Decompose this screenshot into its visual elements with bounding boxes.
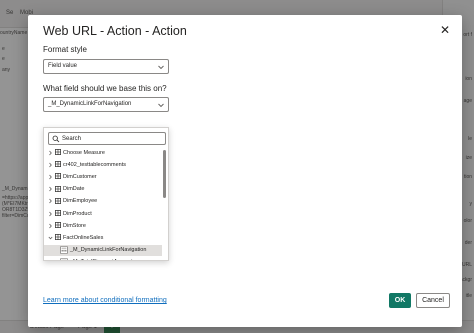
- dialog-title: Web URL - Action - Action: [43, 24, 187, 38]
- tree-item-label: _M_DynamicLinkForNavigation: [70, 247, 147, 254]
- chevron-down-icon: [158, 103, 164, 108]
- tree-item-label: DimCustomer: [63, 173, 97, 180]
- tree-table-item[interactable]: DimDate: [44, 184, 162, 195]
- field-search-input[interactable]: Search: [48, 132, 166, 145]
- base-field-value: _M_DynamicLinkForNavigation: [48, 101, 132, 107]
- tree-item-label: DimStore: [63, 222, 86, 229]
- chevron-right-icon[interactable]: [48, 162, 53, 168]
- tree-table-item[interactable]: Choose Measure: [44, 147, 162, 158]
- tree-measure-item[interactable]: _M_DynamicLinkForNavigation: [44, 244, 162, 256]
- tree-table-item[interactable]: DimProduct: [44, 208, 162, 219]
- chevron-right-icon[interactable]: [48, 150, 53, 156]
- format-style-select[interactable]: Field value: [43, 59, 169, 74]
- tree-item-label: cr402_testtablecomments: [63, 161, 126, 168]
- tree-measure-item[interactable]: _M_TotalDiscountAmount: [44, 257, 162, 260]
- chevron-right-icon[interactable]: [48, 186, 53, 192]
- tree-table-item[interactable]: DimEmployee: [44, 196, 162, 207]
- table-icon: [55, 210, 61, 216]
- tree-table-item[interactable]: DimStore: [44, 220, 162, 231]
- learn-more-link[interactable]: Learn more about conditional formatting: [43, 297, 167, 304]
- cancel-button[interactable]: Cancel: [416, 293, 450, 308]
- chevron-right-icon[interactable]: [48, 198, 53, 204]
- tree-item-label: DimDate: [63, 186, 85, 193]
- tree-item-label: DimProduct: [63, 210, 92, 217]
- close-button[interactable]: ✕: [438, 23, 452, 37]
- search-placeholder: Search: [62, 135, 82, 142]
- tree-table-item[interactable]: cr402_testtablecomments: [44, 159, 162, 170]
- tree-item-label: _M_TotalDiscountAmount: [70, 259, 133, 260]
- tree-item-label: Choose Measure: [63, 149, 105, 156]
- field-dropdown-panel: Search Choose Measure cr402_testtablecomm…: [43, 127, 169, 261]
- table-icon: [55, 185, 61, 192]
- tree-item-label: DimEmployee: [63, 198, 98, 205]
- chevron-down-icon: [158, 65, 164, 70]
- base-field-label: What field should we base this on?: [43, 84, 167, 93]
- tree-table-item[interactable]: FactOnlineSales: [44, 232, 162, 243]
- table-icon: [55, 197, 61, 204]
- chevron-right-icon[interactable]: [48, 211, 53, 217]
- measure-calculator-icon: [60, 258, 68, 260]
- format-style-value: Field value: [48, 63, 78, 69]
- search-icon: [52, 135, 60, 143]
- base-field-select[interactable]: _M_DynamicLinkForNavigation: [43, 97, 169, 112]
- table-icon: [55, 149, 61, 155]
- table-icon: [55, 173, 61, 180]
- chevron-right-icon[interactable]: [48, 223, 53, 229]
- measure-calculator-icon: [60, 246, 68, 254]
- format-style-label: Format style: [43, 45, 88, 54]
- table-icon: [55, 161, 61, 168]
- web-url-dialog: Web URL - Action - Action ✕ Format style…: [28, 15, 462, 327]
- dropdown-scrollbar[interactable]: [163, 150, 166, 198]
- table-icon: [55, 222, 61, 229]
- ok-button[interactable]: OK: [389, 293, 411, 308]
- tree-item-label: FactOnlineSales: [63, 234, 104, 241]
- chevron-right-icon[interactable]: [48, 174, 53, 180]
- tree-table-item[interactable]: DimCustomer: [44, 171, 162, 182]
- table-icon: [55, 234, 61, 241]
- chevron-down-icon[interactable]: [48, 235, 53, 241]
